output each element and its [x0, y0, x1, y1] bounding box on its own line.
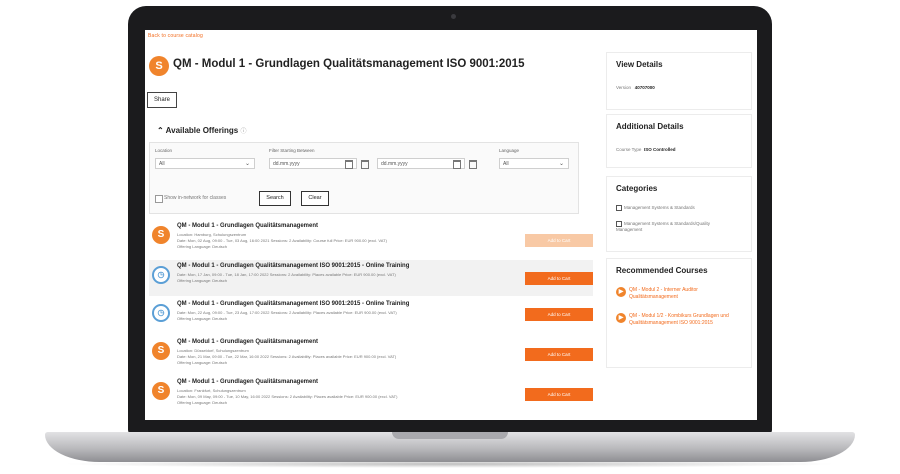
add-to-cart-button[interactable]: Add to Cart [525, 272, 593, 285]
clock-icon: ◷ [152, 304, 170, 322]
location-select[interactable]: All ⌄ [155, 158, 255, 169]
sunrise-icon: S [152, 342, 170, 360]
categories-title: Categories [616, 184, 658, 193]
offering-title[interactable]: QM - Modul 1 - Grundlagen Qualitätsmanag… [177, 263, 409, 269]
chevron-down-icon: ⌄ [558, 161, 564, 167]
add-to-cart-button[interactable]: Add to Cart [525, 234, 593, 247]
offering-row: S QM - Modul 1 - Grundlagen Qualitätsman… [149, 376, 593, 412]
category-label: Management Systems & Standards [624, 205, 695, 211]
back-link[interactable]: Back to course catalog [148, 33, 203, 39]
offering-date: Date: Mon, 09 May, 09:00 - Tue, 10 May, … [177, 394, 398, 399]
calendar-icon[interactable] [345, 160, 353, 169]
course-sunrise-icon: S [149, 56, 169, 76]
course-type-row: Course Type ISO Controlled [616, 147, 675, 152]
version-key: Version [616, 85, 632, 90]
clear-button[interactable]: Clear [301, 191, 329, 206]
clock-icon: ◷ [152, 266, 170, 284]
add-to-cart-button[interactable]: Add to Cart [525, 348, 593, 361]
offering-title[interactable]: QM - Modul 1 - Grundlagen Qualitätsmanag… [177, 301, 409, 307]
view-details-title: View Details [616, 60, 663, 69]
calendar-clear-icon[interactable] [469, 160, 477, 169]
offering-date: Date: Mon, 17 Jan, 09:00 - Tue, 18 Jan, … [177, 272, 396, 277]
offering-location: Location: Düsseldorf, Schulungszentrum [177, 348, 249, 353]
calendar-icon[interactable] [453, 160, 461, 169]
version-row: Version 40707000 [616, 85, 655, 90]
recommended-course-link[interactable]: QM - Modul 1/2 - Kombikurs Grundlagen un… [629, 313, 747, 327]
share-button[interactable]: Share [147, 92, 177, 108]
page-title: QM - Modul 1 - Grundlagen Qualitätsmanag… [173, 58, 525, 70]
in-network-checkbox[interactable] [155, 195, 163, 203]
course-play-icon: ▶ [616, 287, 626, 297]
category-icon [616, 205, 622, 211]
offerings-header-label: Available Offerings [165, 126, 239, 135]
offerings-header[interactable]: ⌃ Available Offerings ⓘ [157, 126, 247, 135]
offering-language: Offering Language: Deutsch [177, 278, 227, 283]
laptop-screen: Back to course catalog S QM - Modul 1 - … [145, 30, 757, 420]
search-button[interactable]: Search [259, 191, 291, 206]
offering-title[interactable]: QM - Modul 1 - Grundlagen Qualitätsmanag… [177, 379, 318, 385]
date-to-placeholder: dd.mm.yyyy [381, 161, 408, 167]
additional-details-title: Additional Details [616, 122, 684, 131]
offering-language: Offering Language: Deutsch [177, 244, 227, 249]
camera-icon [451, 14, 456, 19]
add-to-cart-button[interactable]: Add to Cart [525, 308, 593, 321]
recommended-courses-panel: Recommended Courses ▶ QM - Modul 2 - Int… [606, 258, 752, 368]
laptop-notch [392, 432, 508, 439]
recommended-courses-title: Recommended Courses [616, 266, 708, 275]
offering-date: Date: Mon, 21 Mar, 09:00 - Tue, 22 Mar, … [177, 354, 397, 359]
offering-row: S QM - Modul 1 - Grundlagen Qualitätsman… [149, 336, 593, 372]
offering-row: ◷ QM - Modul 1 - Grundlagen Qualitätsman… [149, 260, 593, 296]
category-item[interactable]: Management Systems & Standards [616, 205, 695, 211]
date-from-placeholder: dd.mm.yyyy [273, 161, 300, 167]
offering-title[interactable]: QM - Modul 1 - Grundlagen Qualitätsmanag… [177, 223, 318, 229]
language-value: All [503, 161, 509, 167]
recommended-course-link[interactable]: QM - Modul 2 - Interner Auditor Qualität… [629, 287, 747, 301]
add-to-cart-button[interactable]: Add to Cart [525, 388, 593, 401]
offering-language: Offering Language: Deutsch [177, 360, 227, 365]
language-select[interactable]: All ⌄ [499, 158, 569, 169]
offering-location: Location: Frankfurt, Schulungszentrum [177, 388, 246, 393]
course-type-key: Course Type [616, 147, 642, 152]
sunrise-icon: S [152, 382, 170, 400]
offering-date: Date: Mon, 02 Aug, 09:00 - Tue, 03 Aug, … [177, 238, 387, 243]
date-from-input[interactable]: dd.mm.yyyy [269, 158, 357, 169]
category-icon [616, 221, 622, 227]
date-to-input[interactable]: dd.mm.yyyy [377, 158, 465, 169]
offering-date: Date: Mon, 22 Aug, 09:00 - Tue, 23 Aug, … [177, 310, 397, 315]
in-network-checkbox-label: Show in-network for classes [164, 195, 227, 201]
view-details-panel: View Details Version 40707000 [606, 52, 752, 110]
chevron-up-icon: ⌃ [157, 126, 164, 135]
course-play-icon: ▶ [616, 313, 626, 323]
category-item[interactable]: Management Systems & Standards/Quality M… [616, 221, 736, 233]
offering-row: S QM - Modul 1 - Grundlagen Qualitätsman… [149, 220, 593, 256]
offering-language: Offering Language: Deutsch [177, 400, 227, 405]
offering-language: Offering Language: Deutsch [177, 316, 227, 321]
categories-panel: Categories Management Systems & Standard… [606, 176, 752, 252]
offering-location: Location: Hamburg, Schulungszentrum [177, 232, 247, 237]
date-filter-label: Filter Starting Between [269, 148, 315, 153]
calendar-clear-icon[interactable] [361, 160, 369, 169]
additional-details-panel: Additional Details Course Type ISO Contr… [606, 114, 752, 168]
offering-row: ◷ QM - Modul 1 - Grundlagen Qualitätsman… [149, 298, 593, 334]
location-value: All [159, 161, 165, 167]
course-type-value: ISO Controlled [643, 147, 676, 152]
chevron-down-icon: ⌄ [244, 161, 250, 167]
offering-title[interactable]: QM - Modul 1 - Grundlagen Qualitätsmanag… [177, 339, 318, 345]
version-value: 40707000 [634, 85, 655, 90]
sunrise-icon: S [152, 226, 170, 244]
location-label: Location [155, 148, 173, 153]
language-label: Language [499, 148, 520, 153]
info-icon: ⓘ [240, 129, 247, 135]
category-label: Management Systems & Standards/Quality M… [616, 221, 711, 233]
